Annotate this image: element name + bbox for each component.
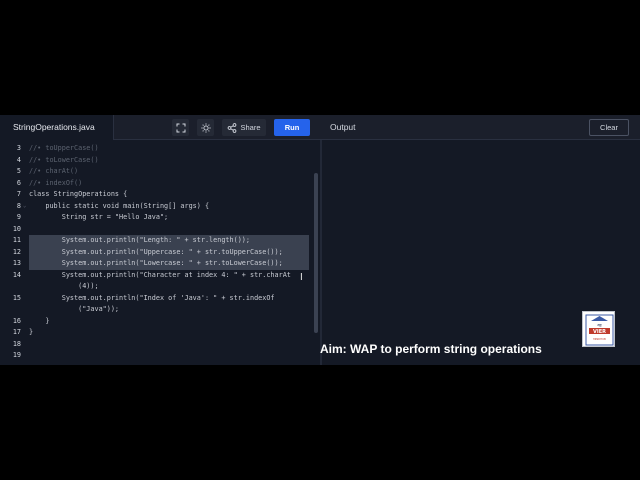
- line-number: 11: [12, 236, 21, 244]
- file-tab[interactable]: StringOperations.java: [0, 115, 114, 140]
- code-line: 5 //• charAt(): [0, 166, 320, 178]
- code-line: 7 class StringOperations {: [0, 189, 320, 201]
- code-line: 18: [0, 339, 320, 351]
- code-text: System.out.println("Index of 'Java': " +…: [29, 293, 275, 302]
- code-text: //• charAt(): [29, 167, 79, 175]
- line-number: 13: [12, 259, 21, 267]
- code-line: 9 String str = "Hello Java";: [0, 212, 320, 224]
- svg-text:VIER: VIER: [593, 329, 606, 335]
- text-cursor-icon: I: [300, 272, 303, 283]
- code-text: (4));: [29, 282, 99, 290]
- code-area[interactable]: 3 //• toUpperCase() 4 //• toLowerCase() 5 //•…: [0, 140, 320, 365]
- line-number: 18: [12, 339, 21, 348]
- line-number: 19: [12, 351, 21, 359]
- code-line: 4 //• toLowerCase(): [0, 155, 320, 167]
- share-button[interactable]: Share: [222, 119, 266, 136]
- line-number: 4: [16, 155, 21, 164]
- code-line: 14 System.out.println("Character at inde…: [0, 270, 320, 282]
- code-text: System.out.println("Uppercase: " + str.t…: [29, 246, 309, 258]
- theme-toggle-button[interactable]: [197, 119, 214, 136]
- code-text: ("Java"));: [29, 305, 120, 313]
- code-text: public static void main(String[] args) {: [29, 201, 210, 210]
- line-number: 8: [16, 201, 21, 210]
- code-line: 19: [0, 350, 320, 362]
- logo-image: वह VIER MINDHUB: [585, 314, 614, 346]
- code-line: 15 System.out.println("Index of 'Java': …: [0, 293, 320, 305]
- clear-button[interactable]: Clear: [589, 119, 629, 136]
- sun-icon: [200, 122, 211, 133]
- code-text: //• indexOf(): [29, 178, 83, 187]
- code-text: }: [29, 328, 34, 336]
- share-icon: [228, 122, 237, 133]
- code-line: (4));: [0, 281, 320, 293]
- line-number: 3: [16, 144, 21, 152]
- code-line: ("Java"));: [0, 304, 320, 316]
- code-text: System.out.println("Character at index 4…: [29, 270, 291, 279]
- logo: वह VIER MINDHUB: [582, 311, 615, 347]
- code-line: 3 //• toUpperCase(): [0, 143, 320, 155]
- output-title: Output: [330, 122, 356, 132]
- code-line: 8 ⌄ public static void main(String[] args…: [0, 201, 320, 213]
- svg-text:MINDHUB: MINDHUB: [593, 337, 606, 341]
- editor-scrollbar[interactable]: [314, 173, 318, 333]
- run-button[interactable]: Run: [274, 119, 310, 136]
- line-number: 5: [16, 167, 21, 175]
- code-line: 6 //• indexOf(): [0, 178, 320, 190]
- fold-toggle-icon[interactable]: ⌄: [23, 201, 26, 213]
- line-number: 17: [12, 328, 21, 336]
- panel-divider[interactable]: [320, 140, 322, 365]
- code-editor-app: StringOperations.java Share Run Output C…: [0, 115, 640, 365]
- code-text: //• toLowerCase(): [29, 155, 99, 164]
- line-number: 15: [12, 293, 21, 302]
- line-number: 9: [16, 213, 21, 221]
- code-text: class StringOperations {: [29, 190, 128, 198]
- fullscreen-button[interactable]: [172, 119, 189, 136]
- code-text: String str = "Hello Java";: [29, 213, 169, 221]
- code-text: System.out.println("Lowercase: " + str.t…: [29, 258, 309, 270]
- code-text: }: [29, 316, 50, 325]
- code-line: 13 System.out.println("Lowercase: " + st…: [0, 258, 320, 270]
- line-number: 7: [16, 190, 21, 198]
- line-number: 10: [12, 224, 21, 233]
- aim-caption: Aim: WAP to perform string operations: [320, 342, 542, 356]
- code-line: 10: [0, 224, 320, 236]
- fullscreen-icon: [176, 123, 185, 132]
- code-line: 11 System.out.println("Length: " + str.l…: [0, 235, 320, 247]
- code-text: //• toUpperCase(): [29, 144, 99, 152]
- toolbar: StringOperations.java Share Run Output C…: [0, 115, 640, 140]
- line-number: 16: [12, 316, 21, 325]
- share-label: Share: [240, 123, 261, 132]
- line-number: 6: [16, 178, 21, 187]
- line-number: 12: [12, 247, 21, 256]
- line-number: 14: [12, 270, 21, 279]
- code-text: System.out.println("Length: " + str.leng…: [29, 235, 309, 247]
- code-line: 16 }: [0, 316, 320, 328]
- code-line: 12 System.out.println("Uppercase: " + st…: [0, 246, 320, 258]
- code-line: 17}: [0, 327, 320, 339]
